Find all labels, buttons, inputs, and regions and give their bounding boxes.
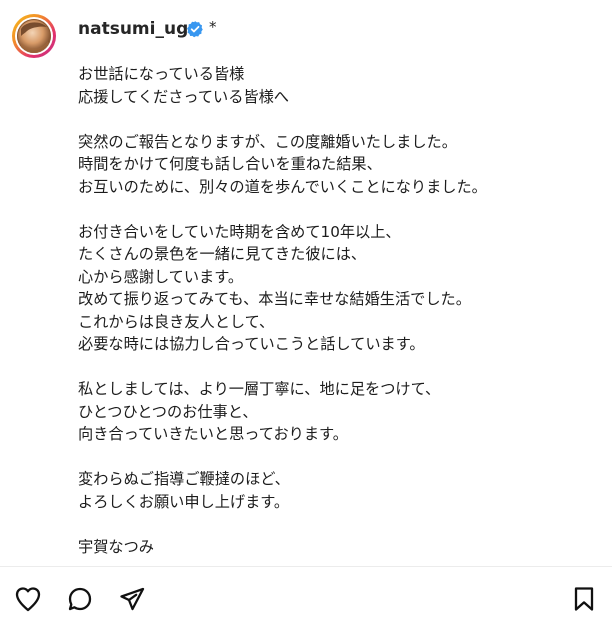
caption-line: 向き合っていきたいと思っております。 [78, 425, 348, 443]
avatar-image [17, 19, 51, 53]
share-button[interactable] [116, 583, 148, 615]
caption-gap [78, 446, 598, 469]
avatar-inner-ring [15, 17, 53, 55]
caption-line: これからは良き友人として、 [78, 312, 275, 331]
heart-icon [15, 587, 41, 612]
caption-gap [78, 198, 598, 221]
caption-gap [78, 356, 598, 379]
caption-line: ひとつひとつのお仕事と、 [78, 402, 258, 421]
bookmark-icon [574, 587, 594, 611]
caption-line: 改めて振り返ってみても、本当に幸せな結婚生活でした。 [78, 290, 471, 308]
post-caption: お世話になっている皆様 応援してくださっている皆様へ 突然のご報告となりますが、… [78, 63, 598, 558]
caption-line: よろしくお願い申し上げます。 [78, 492, 290, 511]
caption-line: 突然のご報告となりますが、この度離婚いたしました。 [78, 132, 457, 151]
paper-plane-icon [120, 587, 145, 611]
caption-line: 私としましては、より一層丁寧に、地に足をつけて、 [78, 380, 441, 398]
instagram-post: natsumi_uga * お世話になっている皆様 応援してくださっている皆様へ… [0, 0, 612, 622]
caption-line: 変わらぬご指導ご鞭撻のほど、 [78, 470, 290, 488]
caption-line: たくさんの景色を一緒に見てきた彼には、 [78, 245, 367, 263]
post-username[interactable]: natsumi_uga [78, 18, 200, 40]
action-divider [0, 566, 612, 567]
caption-line: 必要な時には協力し合っていこうと話しています。 [78, 335, 425, 353]
verified-badge-icon [187, 21, 203, 38]
caption-line: 心から感謝しています。 [78, 267, 244, 286]
caption-line: お互いのために、別々の道を歩んでいくことになりました。 [78, 177, 487, 196]
caption-line: 応援してくださっている皆様へ [78, 87, 289, 106]
caption-line: 時間をかけて何度も話し合いを重ねた結果、 [78, 155, 382, 173]
post-header: natsumi_uga * [0, 0, 612, 66]
caption-line: お世話になっている皆様 [78, 65, 245, 83]
caption-gap [78, 108, 598, 131]
header-separator: * [209, 18, 217, 36]
like-button[interactable] [12, 583, 44, 615]
avatar-story-ring[interactable] [12, 14, 56, 58]
comment-button[interactable] [64, 583, 96, 615]
caption-signature: 宇賀なつみ [78, 537, 154, 556]
post-action-bar [0, 574, 612, 618]
caption-line: お付き合いをしていた時期を含めて10年以上、 [78, 222, 401, 241]
avatar[interactable] [17, 19, 51, 53]
caption-gap [78, 513, 598, 536]
save-button[interactable] [568, 583, 600, 615]
comment-bubble-icon [68, 587, 92, 611]
